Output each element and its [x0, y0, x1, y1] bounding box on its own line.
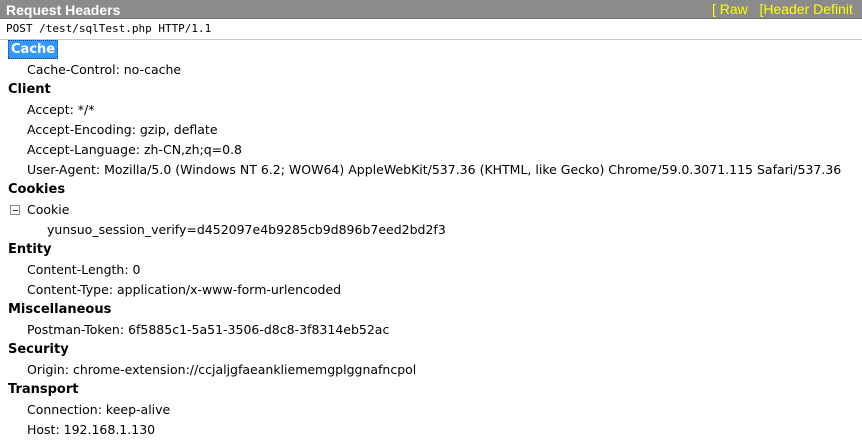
header-definitions-link[interactable]: [Header Definit	[759, 1, 852, 17]
header-origin[interactable]: Origin: chrome-extension://ccjaljgfaeank…	[0, 360, 862, 380]
group-label: Security	[8, 342, 69, 357]
header-accept-encoding[interactable]: Accept-Encoding: gzip, deflate	[0, 120, 862, 140]
group-cookies[interactable]: Cookies	[0, 180, 862, 200]
cookie-node[interactable]: Cookie	[0, 200, 862, 220]
header-accept[interactable]: Accept: */*	[0, 100, 862, 120]
request-headers-bar: Request Headers [ Raw [Header Definit	[0, 0, 862, 19]
header-links: [ Raw [Header Definit	[712, 0, 853, 18]
header-connection[interactable]: Connection: keep-alive	[0, 400, 862, 420]
collapse-toggle-icon[interactable]	[10, 205, 20, 215]
header-content-type[interactable]: Content-Type: application/x-www-form-url…	[0, 280, 862, 300]
header-cache-control[interactable]: Cache-Control: no-cache	[0, 60, 862, 80]
cookie-value[interactable]: yunsuo_session_verify=d452097e4b9285cb9d…	[0, 220, 862, 240]
group-miscellaneous[interactable]: Miscellaneous	[0, 300, 862, 320]
group-client[interactable]: Client	[0, 80, 862, 100]
group-security[interactable]: Security	[0, 340, 862, 360]
group-label: Miscellaneous	[8, 302, 112, 317]
group-label: Transport	[8, 382, 79, 397]
group-label: Client	[8, 82, 51, 97]
group-label: Cookies	[8, 182, 66, 197]
header-host[interactable]: Host: 192.168.1.130	[0, 420, 862, 440]
group-label: Entity	[8, 242, 52, 257]
group-transport[interactable]: Transport	[0, 380, 862, 400]
header-postman-token[interactable]: Postman-Token: 6f5885c1-5a51-3506-d8c8-3…	[0, 320, 862, 340]
panel-title: Request Headers	[6, 2, 121, 18]
raw-link[interactable]: [ Raw	[712, 1, 748, 17]
group-cache[interactable]: Cache	[0, 40, 862, 60]
header-user-agent[interactable]: User-Agent: Mozilla/5.0 (Windows NT 6.2;…	[0, 160, 862, 180]
request-line: POST /test/sqlTest.php HTTP/1.1	[0, 19, 862, 40]
group-label: Cache	[8, 40, 59, 59]
headers-tree: Cache Cache-Control: no-cache Client Acc…	[0, 40, 862, 440]
cookie-node-label: Cookie	[27, 202, 70, 217]
header-accept-language[interactable]: Accept-Language: zh-CN,zh;q=0.8	[0, 140, 862, 160]
group-entity[interactable]: Entity	[0, 240, 862, 260]
header-content-length[interactable]: Content-Length: 0	[0, 260, 862, 280]
